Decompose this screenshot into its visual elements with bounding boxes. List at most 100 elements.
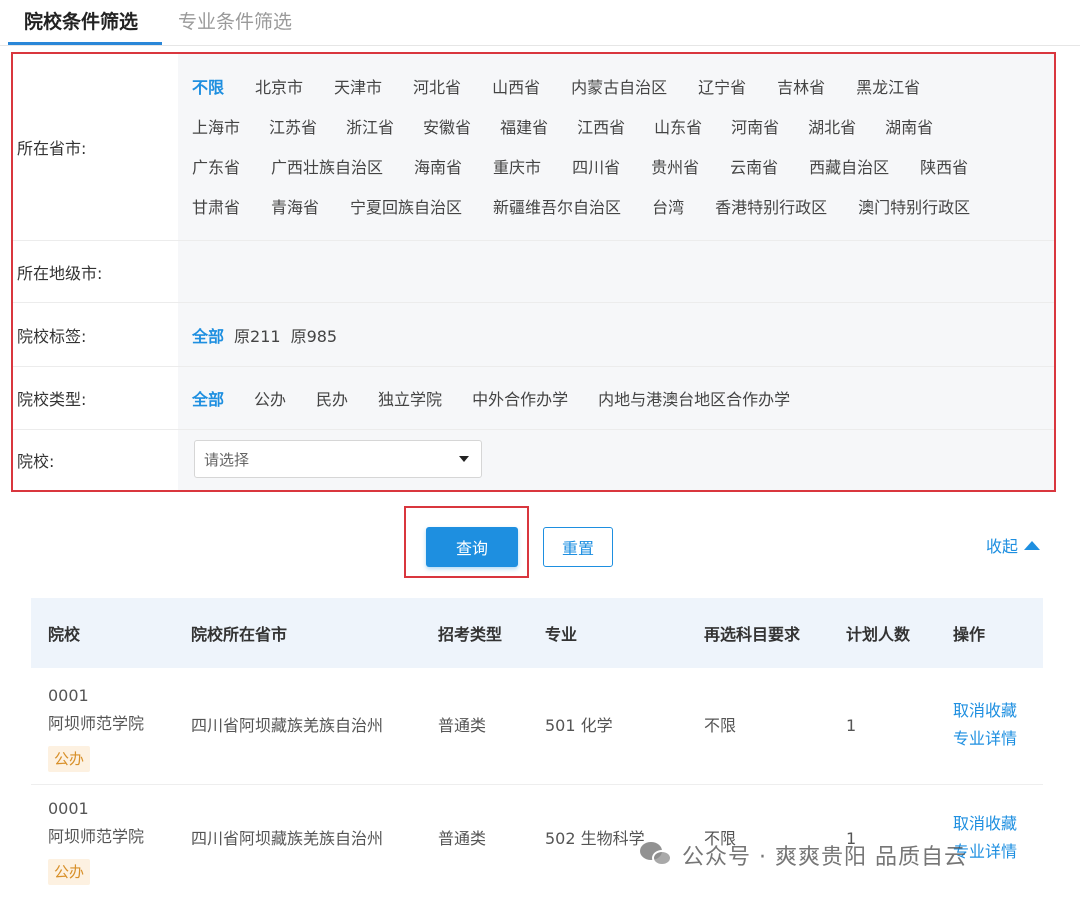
province-option[interactable]: 浙江省 (346, 108, 423, 148)
province-option[interactable]: 山东省 (654, 108, 731, 148)
province-option[interactable]: 香港特别行政区 (715, 188, 858, 228)
type-option-list: 全部 公办 民办 独立学院 中外合作办学 内地与港澳台地区合作办学 (192, 367, 820, 429)
subject-requirement: 不限 (704, 716, 737, 735)
type-label: 院校类型: (17, 390, 87, 409)
city-options (178, 241, 1054, 302)
unfavorite-link[interactable]: 取消收藏 (953, 697, 1017, 725)
tag-label: 院校标签: (17, 326, 87, 346)
province-option[interactable]: 不限 (192, 68, 255, 108)
exam-type: 普通类 (438, 716, 487, 735)
province-option[interactable]: 广西壮族自治区 (271, 148, 414, 188)
tag-option[interactable]: 原211 (234, 323, 291, 347)
school-code: 0001 (48, 799, 89, 818)
tag-option[interactable]: 全部 (192, 323, 234, 347)
header-actions: 操作 (953, 625, 986, 644)
province-option[interactable]: 云南省 (730, 148, 809, 188)
type-option[interactable]: 独立学院 (378, 386, 472, 410)
status-badge: 公办 (48, 746, 91, 772)
province-option[interactable]: 宁夏回族自治区 (350, 188, 493, 228)
province-option[interactable]: 台湾 (652, 188, 715, 228)
tab-major-filter[interactable]: 专业条件筛选 (178, 8, 292, 36)
header-plan-count: 计划人数 (846, 625, 911, 644)
type-option[interactable]: 公办 (254, 386, 316, 410)
header-location: 院校所在省市 (191, 625, 288, 644)
province-option[interactable]: 河南省 (731, 108, 808, 148)
school-select-placeholder: 请选择 (204, 450, 250, 469)
results-table-header: 院校 院校所在省市 招考类型 专业 再选科目要求 计划人数 操作 (31, 598, 1043, 668)
school-code: 0001 (48, 686, 89, 705)
header-school: 院校 (48, 625, 81, 644)
type-options: 全部 公办 民办 独立学院 中外合作办学 内地与港澳台地区合作办学 (178, 367, 1054, 429)
major-detail-link[interactable]: 专业详情 (953, 725, 1017, 753)
province-option[interactable]: 天津市 (334, 68, 413, 108)
school-select[interactable]: 请选择 (194, 440, 482, 478)
type-option[interactable]: 中外合作办学 (472, 386, 598, 410)
city-filter-row: 所在地级市: (13, 241, 1054, 302)
province-option[interactable]: 四川省 (572, 148, 651, 188)
province-option[interactable]: 甘肃省 (192, 188, 271, 228)
type-option[interactable]: 内地与港澳台地区合作办学 (598, 386, 820, 410)
tab-school-filter[interactable]: 院校条件筛选 (24, 8, 138, 36)
city-label: 所在地级市: (17, 263, 103, 283)
major-name: 502 生物科学 (545, 829, 645, 848)
province-option[interactable]: 山西省 (492, 68, 571, 108)
type-option[interactable]: 民办 (316, 386, 378, 410)
reset-button[interactable]: 重置 (543, 527, 613, 567)
province-option[interactable]: 广东省 (192, 148, 271, 188)
province-option[interactable]: 黑龙江省 (856, 68, 951, 108)
query-button[interactable]: 查询 (426, 527, 518, 567)
watermark-text: 公众号 · 爽爽贵阳 品质自云 (682, 845, 967, 870)
header-subject-requirement: 再选科目要求 (704, 625, 801, 644)
province-option[interactable]: 辽宁省 (698, 68, 777, 108)
province-option-row: 上海市 江苏省 浙江省 安徽省 福建省 江西省 山东省 河南省 湖北省 湖南省 (192, 108, 1001, 148)
school-location: 四川省阿坝藏族羌族自治州 (191, 829, 384, 848)
tag-options: 全部 原211 原985 (178, 303, 1054, 366)
province-option[interactable]: 上海市 (192, 108, 269, 148)
province-option[interactable]: 湖北省 (808, 108, 885, 148)
wechat-watermark: 公众号 · 爽爽贵阳 品质自云 (640, 836, 967, 874)
table-row: 0001 阿坝师范学院 公办 四川省阿坝藏族羌族自治州 普通类 501 化学 不… (31, 672, 1043, 784)
province-option[interactable]: 澳门特别行政区 (858, 188, 1001, 228)
major-name: 501 化学 (545, 716, 613, 735)
type-filter-row: 院校类型: 全部 公办 民办 独立学院 中外合作办学 内地与港澳台地区合作办学 (13, 367, 1054, 429)
province-option[interactable]: 重庆市 (493, 148, 572, 188)
province-option[interactable]: 吉林省 (777, 68, 856, 108)
header-major: 专业 (545, 625, 578, 644)
status-badge: 公办 (48, 859, 91, 885)
school-filter-row: 院校: 请选择 (13, 430, 1054, 490)
province-options: 不限 北京市 天津市 河北省 山西省 内蒙古自治区 辽宁省 吉林省 黑龙江省 上海市 江苏省 浙江省安… (178, 54, 1054, 240)
tag-filter-row: 院校标签: 全部 原211 原985 (13, 303, 1054, 366)
active-tab-indicator (8, 42, 162, 45)
exam-type: 普通类 (438, 829, 487, 848)
tag-option[interactable]: 原985 (291, 323, 348, 347)
province-option[interactable]: 内蒙古自治区 (571, 68, 698, 108)
school-name: 阿坝师范学院 (48, 827, 145, 846)
province-label: 所在省市: (17, 139, 87, 158)
province-option[interactable]: 湖南省 (885, 108, 962, 148)
province-option[interactable]: 福建省 (500, 108, 577, 148)
unfavorite-link[interactable]: 取消收藏 (953, 810, 1017, 838)
province-grid: 不限 北京市 天津市 河北省 山西省 内蒙古自治区 辽宁省 吉林省 黑龙江省 上海市 江苏省 浙江省安… (192, 68, 1001, 228)
filter-panel: 所在省市: 不限 北京市 天津市 河北省 山西省 内蒙古自治区 辽宁省 吉林省 黑龙江省 上海市江… (11, 52, 1056, 492)
province-option[interactable]: 河北省 (413, 68, 492, 108)
tag-option-list: 全部 原211 原985 (192, 303, 347, 366)
province-option[interactable]: 陕西省 (920, 148, 999, 188)
province-option[interactable]: 安徽省 (423, 108, 500, 148)
province-option[interactable]: 西藏自治区 (809, 148, 920, 188)
plan-count: 1 (846, 716, 857, 735)
caret-down-icon (459, 456, 469, 462)
header-exam-type: 招考类型 (438, 625, 503, 644)
province-option[interactable]: 贵州省 (651, 148, 730, 188)
province-option-row: 广东省 广西壮族自治区 海南省 重庆市 四川省 贵州省 云南省 西藏自治区 陕西省 (192, 148, 1001, 188)
province-option[interactable]: 海南省 (414, 148, 493, 188)
collapse-label: 收起 (986, 537, 1019, 556)
collapse-link[interactable]: 收起 (986, 533, 1041, 557)
wechat-icon (640, 840, 674, 870)
province-option[interactable]: 青海省 (271, 188, 350, 228)
province-option[interactable]: 江苏省 (269, 108, 346, 148)
province-option[interactable]: 新疆维吾尔自治区 (493, 188, 652, 228)
province-option-row: 不限 北京市 天津市 河北省 山西省 内蒙古自治区 辽宁省 吉林省 黑龙江省 (192, 68, 1001, 108)
type-option[interactable]: 全部 (192, 386, 254, 410)
province-option[interactable]: 江西省 (577, 108, 654, 148)
province-option[interactable]: 北京市 (255, 68, 334, 108)
